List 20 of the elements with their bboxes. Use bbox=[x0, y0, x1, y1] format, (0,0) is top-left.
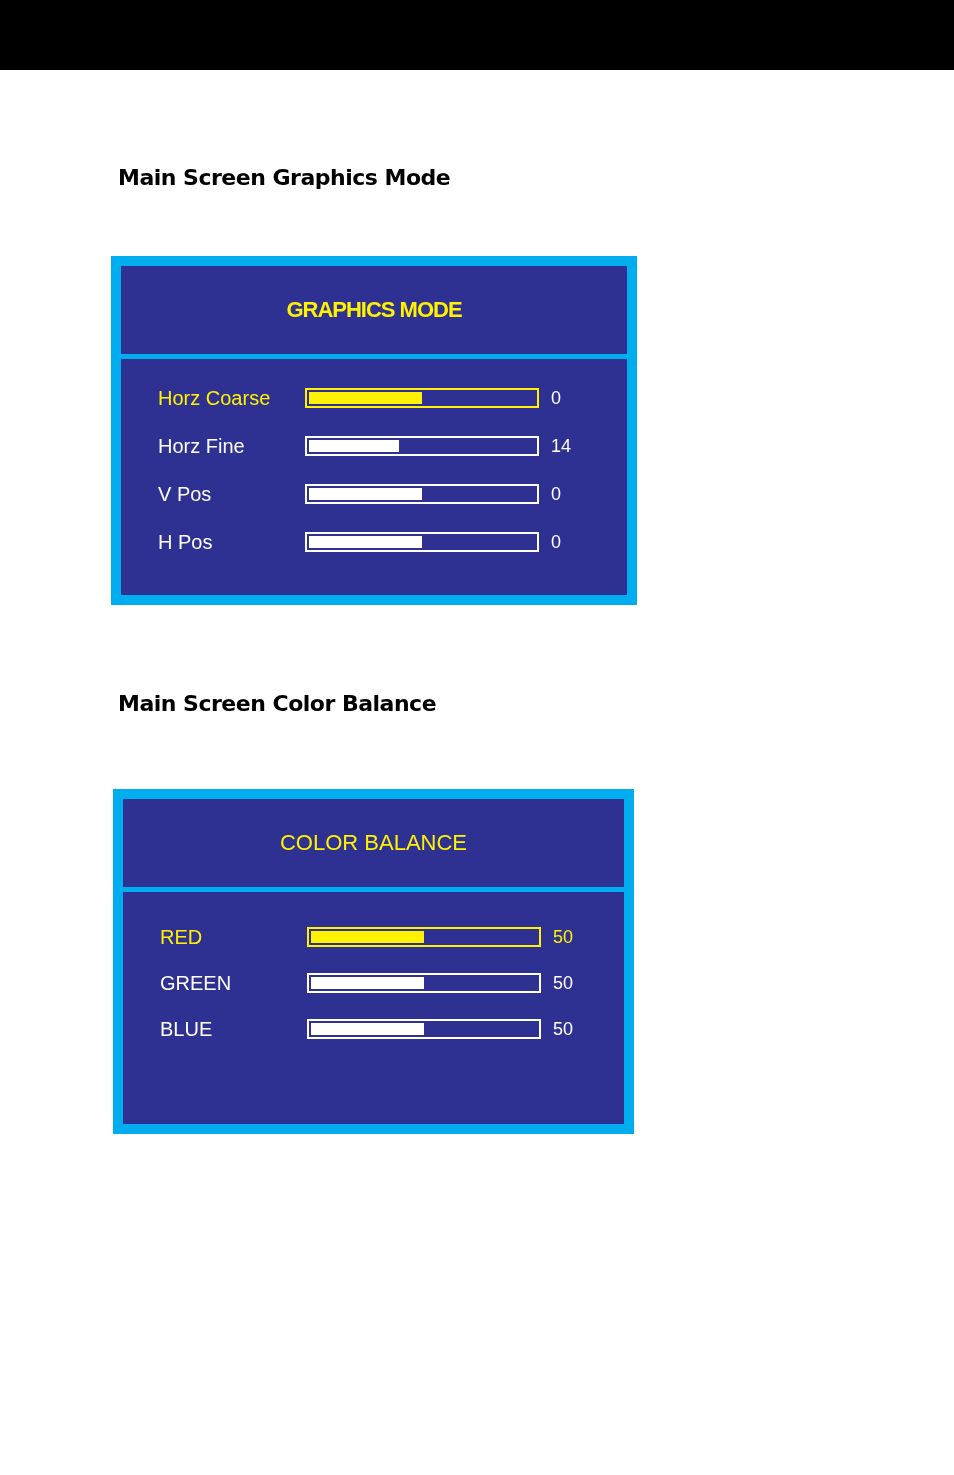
value-reading: 0 bbox=[551, 531, 561, 553]
value-reading: 0 bbox=[551, 387, 561, 409]
menu-item[interactable]: H Pos bbox=[158, 530, 305, 554]
section-heading: Main Screen Color Balance bbox=[117, 690, 438, 716]
menu-item[interactable]: Horz Coarse bbox=[158, 386, 305, 410]
menu-item[interactable]: GREEN bbox=[160, 971, 307, 995]
menu-item[interactable]: V Pos bbox=[158, 482, 305, 506]
menu-item[interactable]: Horz Fine bbox=[158, 434, 305, 458]
section-heading: Main Screen Graphics Mode bbox=[117, 164, 452, 190]
value-reading: 50 bbox=[553, 972, 574, 994]
slider-track[interactable] bbox=[307, 927, 541, 947]
value-reading: 0 bbox=[551, 483, 561, 505]
menu-title: COLOR BALANCE bbox=[279, 830, 468, 856]
menu-item[interactable]: BLUE bbox=[160, 1017, 307, 1041]
menu-title: GRAPHICS MODE bbox=[286, 297, 462, 323]
slider-track[interactable] bbox=[305, 388, 539, 408]
value-reading: 14 bbox=[551, 435, 572, 457]
menu-item[interactable]: RED bbox=[160, 925, 307, 949]
value-reading: 50 bbox=[553, 1018, 574, 1040]
value-reading: 50 bbox=[553, 926, 574, 948]
